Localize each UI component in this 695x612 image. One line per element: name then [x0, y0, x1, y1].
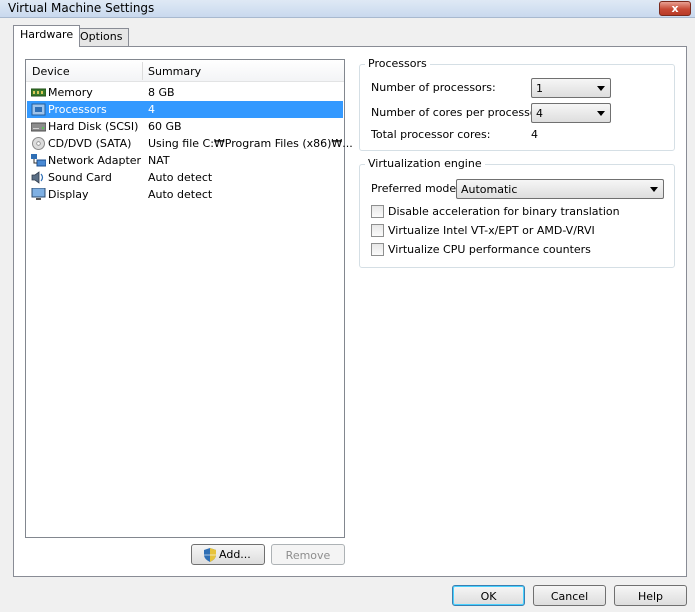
device-name: Network Adapter [48, 154, 142, 167]
tab-hardware[interactable]: Hardware [13, 25, 81, 47]
preferred-mode-value: Automatic [461, 183, 518, 196]
ok-button[interactable]: OK [452, 585, 525, 606]
device-summary: Auto detect [148, 171, 213, 184]
cores-per-processor-label: Number of cores per processor: [371, 106, 545, 119]
preferred-mode-select[interactable]: Automatic [456, 179, 664, 199]
device-list[interactable]: Device Summary Memory 8 GB Processors 4 [25, 59, 353, 538]
total-cores-label: Total processor cores: [371, 128, 491, 141]
total-cores-value: 4 [531, 128, 538, 141]
device-row-cd-dvd[interactable]: CD/DVD (SATA) Using file C:₩Program File… [27, 135, 353, 152]
device-summary: 4 [148, 103, 155, 116]
device-name: Hard Disk (SCSI) [48, 120, 139, 133]
processors-group-label: Processors [365, 57, 430, 70]
sound-card-icon [31, 171, 44, 184]
cores-per-processor-select[interactable]: 4 [531, 103, 611, 123]
memory-icon [31, 88, 46, 97]
chevron-down-icon [597, 86, 605, 91]
virtualization-engine-group: Virtualization engine Preferred mode: Au… [359, 157, 675, 268]
num-processors-value: 1 [536, 82, 543, 95]
column-header-device[interactable]: Device [32, 65, 70, 78]
virtualization-group-label: Virtualization engine [365, 157, 485, 170]
disable-binary-acceleration-label[interactable]: Disable acceleration for binary translat… [388, 205, 620, 218]
close-button[interactable]: x [659, 1, 691, 16]
device-row-hard-disk[interactable]: Hard Disk (SCSI) 60 GB [27, 118, 343, 135]
device-name: Sound Card [48, 171, 112, 184]
virtualize-vtx-checkbox[interactable] [371, 224, 384, 237]
device-summary: Auto detect [148, 188, 213, 201]
chevron-down-icon [650, 187, 658, 192]
tab-options[interactable]: Options [73, 28, 130, 46]
device-summary: 60 GB [148, 120, 182, 133]
disable-binary-acceleration-checkbox[interactable] [371, 205, 384, 218]
num-processors-label: Number of processors: [371, 81, 496, 94]
hardware-panel: Device Summary Memory 8 GB Processors 4 [13, 46, 687, 577]
num-processors-select[interactable]: 1 [531, 78, 611, 98]
preferred-mode-label: Preferred mode: [371, 182, 460, 195]
virtualize-vtx-label[interactable]: Virtualize Intel VT-x/EPT or AMD-V/RVI [388, 224, 595, 237]
uac-shield-icon [204, 548, 216, 562]
virtualize-perf-counters-label[interactable]: Virtualize CPU performance counters [388, 243, 591, 256]
add-button-label: Add... [219, 548, 251, 561]
network-adapter-icon [31, 154, 46, 167]
hard-disk-icon [31, 122, 46, 132]
device-name: Memory [48, 86, 93, 99]
processor-icon [31, 103, 46, 116]
device-summary: 8 GB [148, 86, 175, 99]
virtualize-perf-counters-checkbox[interactable] [371, 243, 384, 256]
device-name: CD/DVD (SATA) [48, 137, 132, 150]
chevron-down-icon [597, 111, 605, 116]
cores-per-processor-value: 4 [536, 107, 543, 120]
device-name: Processors [48, 103, 107, 116]
cd-dvd-icon [32, 137, 45, 150]
device-row-processors[interactable]: Processors 4 [27, 101, 343, 118]
close-icon: x [671, 2, 679, 15]
processors-group: Processors Number of processors: 1 Numbe… [359, 57, 675, 151]
device-summary: NAT [148, 154, 170, 167]
device-name: Display [48, 188, 89, 201]
device-row-memory[interactable]: Memory 8 GB [27, 84, 343, 101]
window-title: Virtual Machine Settings [8, 1, 155, 15]
device-row-network-adapter[interactable]: Network Adapter NAT [27, 152, 343, 169]
add-button[interactable]: Add... [191, 544, 265, 565]
device-list-header: Device Summary [26, 60, 344, 82]
remove-button[interactable]: Remove [271, 544, 345, 565]
cancel-button[interactable]: Cancel [533, 585, 606, 606]
device-row-sound-card[interactable]: Sound Card Auto detect [27, 169, 343, 186]
title-bar: Virtual Machine Settings x [0, 0, 695, 18]
device-summary: Using file C:₩Program Files (x86)₩... [148, 137, 353, 150]
help-button[interactable]: Help [614, 585, 687, 606]
device-row-display[interactable]: Display Auto detect [27, 186, 343, 203]
column-header-summary[interactable]: Summary [148, 65, 201, 78]
display-icon [31, 188, 46, 200]
